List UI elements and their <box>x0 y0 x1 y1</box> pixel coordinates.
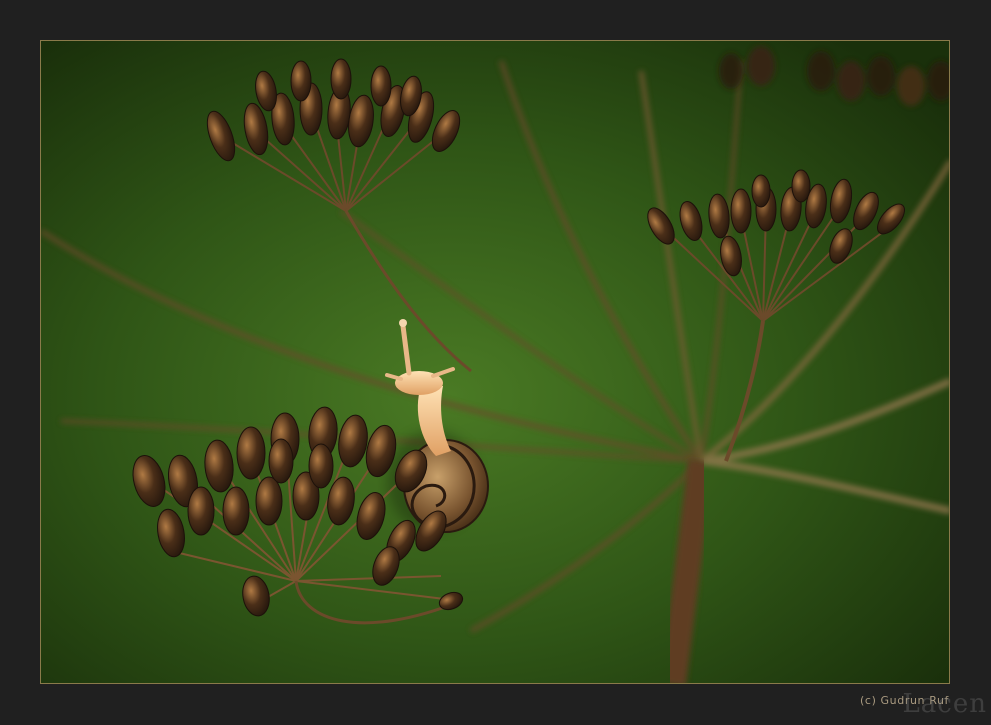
photo <box>40 40 950 684</box>
photo-frame: (c) Gudrun Ruf Lacen <box>0 0 991 725</box>
photo-illustration <box>41 41 949 683</box>
background <box>41 41 949 683</box>
site-watermark: Lacen <box>902 689 987 719</box>
